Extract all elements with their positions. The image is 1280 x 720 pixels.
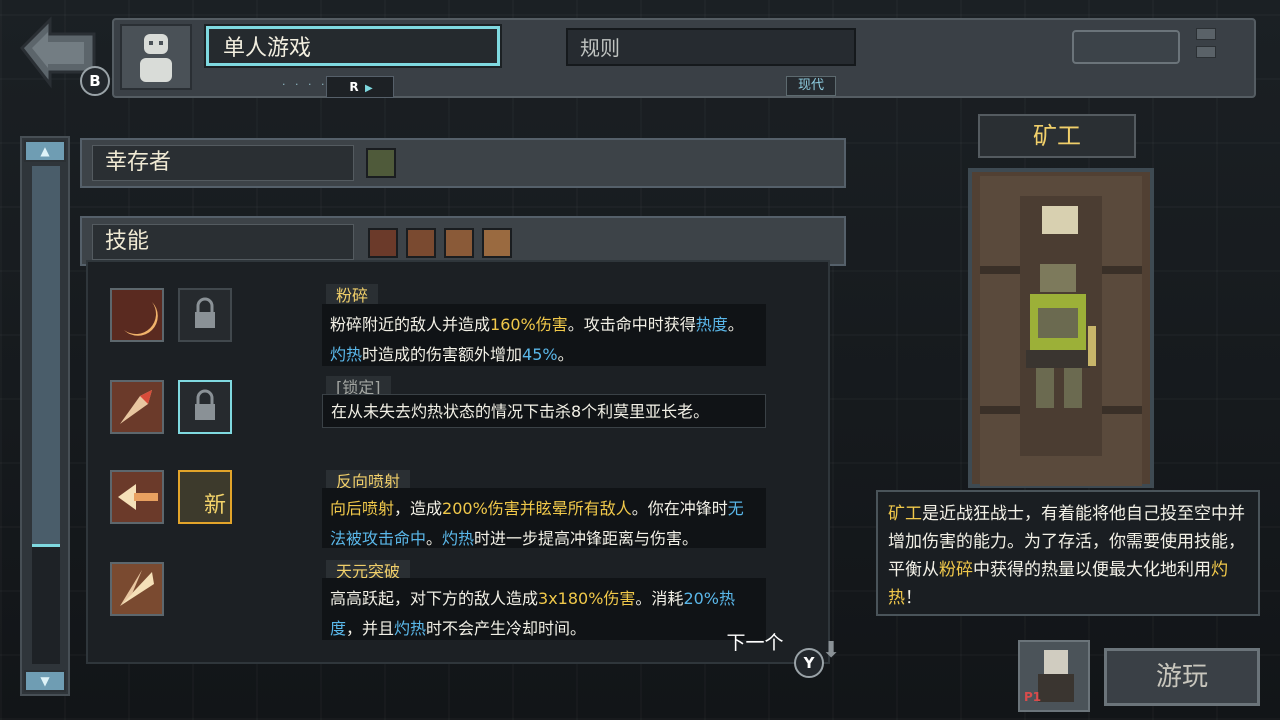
skill-backblast-thumb-icon[interactable]: [444, 228, 474, 258]
lock-icon: [195, 297, 215, 328]
user-icon: [140, 34, 172, 82]
game-mode-field[interactable]: 单人游戏: [206, 26, 500, 66]
r-badge: R: [349, 80, 359, 94]
character-portrait: [980, 176, 1142, 486]
skill-backblast-alt-new[interactable]: 新: [178, 470, 232, 524]
page-dots: · · · ·: [282, 78, 328, 91]
rules-field[interactable]: 规则: [566, 28, 856, 66]
character-name: 矿工: [978, 114, 1136, 158]
top-right-panel: [1072, 30, 1180, 64]
skill-pierce-thumb-icon[interactable]: [482, 228, 512, 258]
play-button[interactable]: 游玩: [1104, 648, 1260, 706]
play-arrow-icon: ▶: [365, 83, 373, 94]
miner-sprite-icon: [980, 176, 1142, 486]
y-button-badge: Y: [794, 648, 824, 678]
burst-icon: [120, 570, 154, 606]
arrow-down-icon: ⬇: [822, 638, 841, 663]
survivor-thumbnail-icon[interactable]: [366, 148, 396, 178]
skill-1-description: 粉碎附近的敌人并造成160%伤害。攻击命中时获得热度。灼热时造成的伤害额外增加4…: [322, 304, 766, 366]
character-description: 矿工是近战狂战士，有着能将他自己投至空中并增加伤害的能力。为了存活，你需要使用技…: [876, 490, 1260, 616]
player-avatar[interactable]: [120, 24, 192, 90]
skill-drill-thumb-icon[interactable]: [406, 228, 436, 258]
scrollbar-thumb[interactable]: [32, 166, 60, 547]
b-button-badge: B: [80, 66, 110, 96]
skill-crush-thumb-icon[interactable]: [368, 228, 398, 258]
scroll-down-button[interactable]: ▼: [24, 670, 66, 692]
skill-2-description: 在从未失去灼热状态的情况下击杀8个利莫里亚长老。: [322, 394, 766, 428]
skill-pierce-icon[interactable]: [110, 562, 164, 616]
drill-icon: [120, 390, 152, 424]
skill-4-description: 高高跃起，对下方的敌人造成3x180%伤害。消耗20%热度，并且灼热时不会产生冷…: [322, 578, 766, 640]
skill-3-description: 向后喷射，造成200%伤害并眩晕所有敌人。你在冲锋时无法被攻击命中。灼热时进一步…: [322, 488, 766, 548]
r-button-hint[interactable]: R ▶: [326, 76, 394, 98]
scroll-up-button[interactable]: ▲: [24, 140, 66, 162]
chevron-up-icon: ▲: [40, 144, 50, 158]
skill-crush-alt-locked[interactable]: [178, 288, 232, 342]
chevron-down-icon: ▼: [40, 674, 50, 688]
skill-drill-alt-locked[interactable]: [178, 380, 232, 434]
survivor-section-label[interactable]: 幸存者: [92, 145, 354, 181]
next-button[interactable]: 下一个: [712, 628, 798, 658]
skill-drill-icon[interactable]: [110, 380, 164, 434]
skill-crush-icon[interactable]: [110, 288, 164, 342]
top-right-slots: [1196, 28, 1216, 68]
skill-backblast-icon[interactable]: [110, 470, 164, 524]
backblast-icon: [118, 484, 158, 510]
player-1-label: P1: [1024, 690, 1042, 704]
crescent-icon: [124, 302, 158, 336]
rules-value-tag: 现代: [786, 76, 836, 96]
lock-icon: [195, 389, 215, 420]
skills-section-label[interactable]: 技能: [92, 224, 354, 260]
